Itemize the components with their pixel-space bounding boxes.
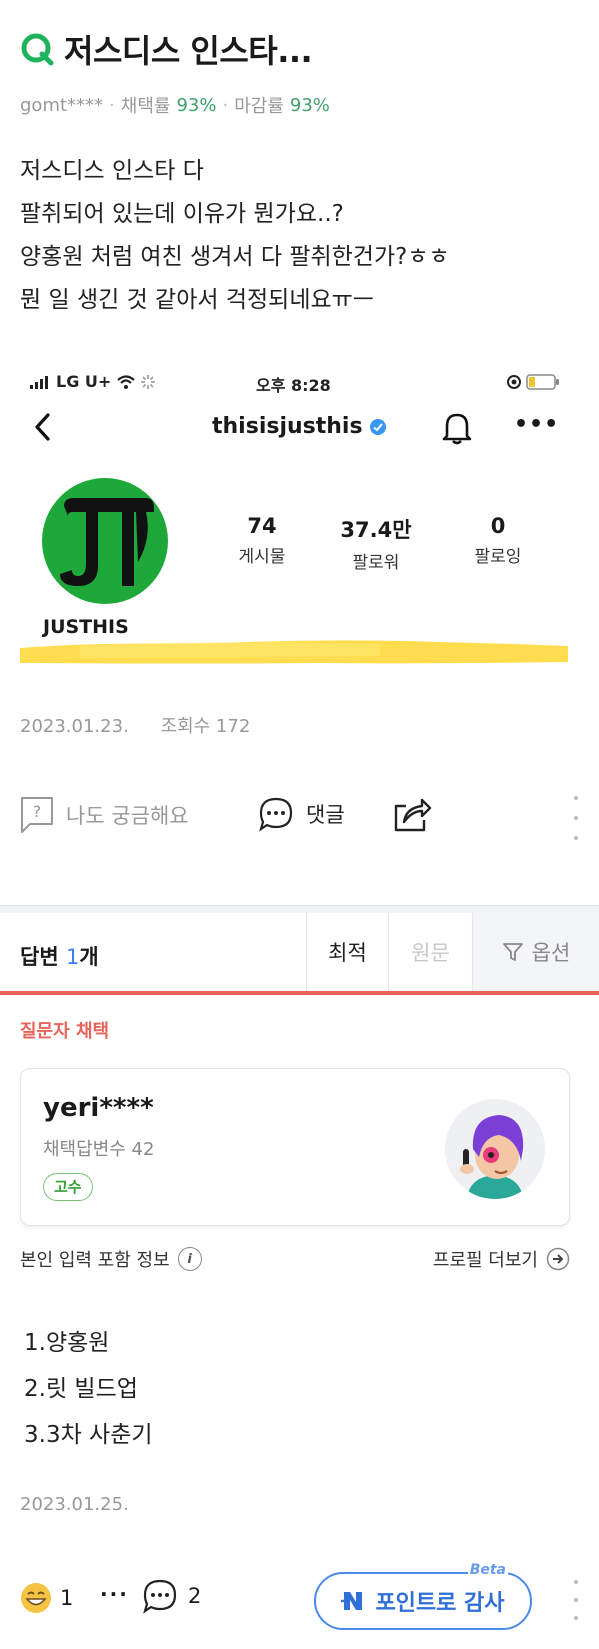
share-icon bbox=[394, 798, 432, 832]
answer-comment-button[interactable]: 2 bbox=[142, 1578, 201, 1614]
sort-best-tab[interactable]: 최적 bbox=[306, 913, 388, 991]
options-button[interactable]: 옵션 bbox=[472, 913, 599, 991]
question-line: 양홍원 처럼 여친 생겨서 다 팔취한건가?ㅎㅎ bbox=[20, 244, 450, 270]
ig-more-icon[interactable]: ••• bbox=[514, 412, 559, 437]
grin-emoji-icon bbox=[21, 1583, 51, 1613]
question-line: 뭔 일 생긴 것 같아서 걱정되네요ㅠㅡ bbox=[20, 287, 374, 313]
beta-label: Beta bbox=[467, 1562, 508, 1578]
answer-line: 2.릿 빌드업 bbox=[24, 1376, 138, 1402]
answer-footer: 1 ··· 2 Beta 포인트로 감사 bbox=[20, 1562, 580, 1630]
question-title-text: 저스디스 인스타... bbox=[64, 32, 313, 70]
svg-text:?: ? bbox=[33, 802, 42, 821]
reaction-count: 1 bbox=[60, 1586, 74, 1610]
comment-button[interactable]: 댓글 bbox=[258, 796, 345, 832]
ig-profile-avatar bbox=[42, 478, 168, 604]
question-meta: gomt**** · 채택률 93% · 마감률 93% bbox=[20, 92, 330, 118]
section-divider bbox=[0, 905, 599, 913]
question-date-row: 2023.01.23. 조회수 172 bbox=[20, 712, 276, 738]
ig-followers-label: 팔로워 bbox=[352, 553, 400, 573]
author-name[interactable]: gomt**** bbox=[20, 95, 103, 116]
answer-more-options-icon[interactable] bbox=[572, 1580, 580, 1620]
naver-n-icon bbox=[341, 1592, 363, 1610]
thank-with-points-button[interactable]: Beta 포인트로 감사 bbox=[314, 1562, 532, 1630]
jt-logo-icon bbox=[60, 498, 154, 586]
bell-icon[interactable] bbox=[440, 410, 474, 446]
filter-icon bbox=[502, 943, 523, 961]
loading-icon bbox=[141, 374, 156, 389]
question-actions: ? 나도 궁금해요 댓글 bbox=[20, 796, 580, 840]
answerer-card[interactable]: yeri**** 채택답변수 42 고수 bbox=[20, 1068, 570, 1226]
answers-tab-bar: 답변 1개 최적 원문 옵션 bbox=[0, 913, 599, 995]
original-tab[interactable]: 원문 bbox=[388, 913, 472, 991]
comment-label: 댓글 bbox=[306, 803, 345, 827]
arrow-right-circle-icon bbox=[546, 1247, 570, 1271]
info-label: 본인 입력 포함 정보 bbox=[20, 1250, 170, 1271]
profile-more-link[interactable]: 프로필 더보기 bbox=[433, 1246, 570, 1272]
question-title: 저스디스 인스타... bbox=[20, 26, 313, 72]
ig-status-bar: LG U+ 오후 8:28 bbox=[30, 372, 560, 396]
ig-nav-bar: thisisjusthis ••• bbox=[20, 408, 570, 448]
curious-button[interactable]: ? 나도 궁금해요 bbox=[20, 796, 189, 834]
rank-badge: 고수 bbox=[43, 1173, 93, 1201]
ig-following-count: 0 bbox=[490, 514, 506, 538]
close-rate: 93% bbox=[289, 94, 330, 116]
answer-body: 1.양홍원 2.릿 빌드업 3.3차 사춘기 bbox=[24, 1320, 153, 1458]
ig-handle-text: thisisjusthis bbox=[212, 414, 363, 439]
curious-label: 나도 궁금해요 bbox=[66, 804, 189, 828]
question-body: 저스디스 인스타 다 팔취되어 있는데 이유가 뭔가요..? 양홍원 처럼 여친… bbox=[20, 150, 450, 322]
back-arrow-icon[interactable] bbox=[32, 412, 54, 442]
answer-line: 3.3차 사춘기 bbox=[24, 1422, 153, 1448]
chosen-by-asker-label: 질문자 채택 bbox=[20, 1021, 110, 1042]
share-button[interactable] bbox=[392, 794, 432, 834]
ig-stat-following[interactable]: 0 팔로잉 bbox=[443, 514, 553, 567]
highlighter-mark bbox=[20, 640, 568, 664]
more-reactions-icon[interactable]: ··· bbox=[100, 1582, 129, 1606]
ig-stat-posts[interactable]: 74 게시물 bbox=[207, 514, 317, 567]
rotation-lock-icon bbox=[507, 375, 521, 389]
status-time: 오후 8:28 bbox=[256, 376, 331, 395]
answer-line: 1.양홍원 bbox=[24, 1330, 110, 1356]
answer-count: 답변 1개 bbox=[20, 945, 99, 969]
answerer-avatar bbox=[445, 1099, 545, 1199]
answerer-name: yeri**** bbox=[43, 1093, 154, 1123]
battery-icon bbox=[526, 374, 559, 390]
ig-stat-followers[interactable]: 37.4만 팔로워 bbox=[321, 514, 431, 573]
question-line: 저스디스 인스타 다 bbox=[20, 158, 204, 184]
answerer-adopt-count: 채택답변수 42 bbox=[43, 1139, 155, 1160]
question-q-icon bbox=[21, 33, 54, 66]
carrier-label: LG U+ bbox=[56, 372, 112, 391]
question-line: 팔취되어 있는데 이유가 뭔가요..? bbox=[20, 201, 344, 227]
question-date: 2023.01.23. bbox=[20, 716, 129, 737]
comment-bubble-icon bbox=[143, 1579, 177, 1614]
wifi-icon bbox=[117, 374, 136, 389]
ig-followers-count: 37.4만 bbox=[340, 518, 412, 542]
character-avatar-icon bbox=[460, 1115, 524, 1199]
close-label: 마감률 bbox=[234, 96, 284, 117]
ig-posts-count: 74 bbox=[247, 514, 277, 538]
reaction-button[interactable]: 1 bbox=[20, 1582, 73, 1614]
ig-following-label: 팔로잉 bbox=[474, 547, 522, 567]
ig-handle: thisisjusthis bbox=[212, 414, 387, 439]
adopt-label: 채택률 bbox=[120, 96, 171, 117]
more-options-icon[interactable] bbox=[572, 796, 580, 840]
question-bubble-icon: ? bbox=[21, 797, 53, 833]
answer-count-number: 1 bbox=[65, 945, 80, 969]
answerer-info-row: 본인 입력 포함 정보 i 프로필 더보기 bbox=[20, 1246, 570, 1274]
self-input-info[interactable]: 본인 입력 포함 정보 i bbox=[20, 1246, 202, 1272]
adopt-rate: 93% bbox=[176, 94, 217, 116]
answer-date: 2023.01.25. bbox=[20, 1494, 129, 1515]
info-icon: i bbox=[177, 1247, 202, 1271]
verified-badge-icon bbox=[369, 418, 386, 435]
ig-profile-name: JUSTHIS bbox=[43, 616, 129, 638]
thank-label: 포인트로 감사 bbox=[375, 1591, 505, 1616]
profile-more-label: 프로필 더보기 bbox=[432, 1250, 538, 1271]
signal-icon bbox=[30, 375, 48, 389]
answer-comment-count: 2 bbox=[188, 1584, 202, 1608]
options-label: 옵션 bbox=[531, 941, 571, 965]
comment-bubble-icon bbox=[259, 797, 293, 832]
ig-posts-label: 게시물 bbox=[238, 547, 286, 567]
view-count: 조회수 172 bbox=[160, 716, 251, 737]
